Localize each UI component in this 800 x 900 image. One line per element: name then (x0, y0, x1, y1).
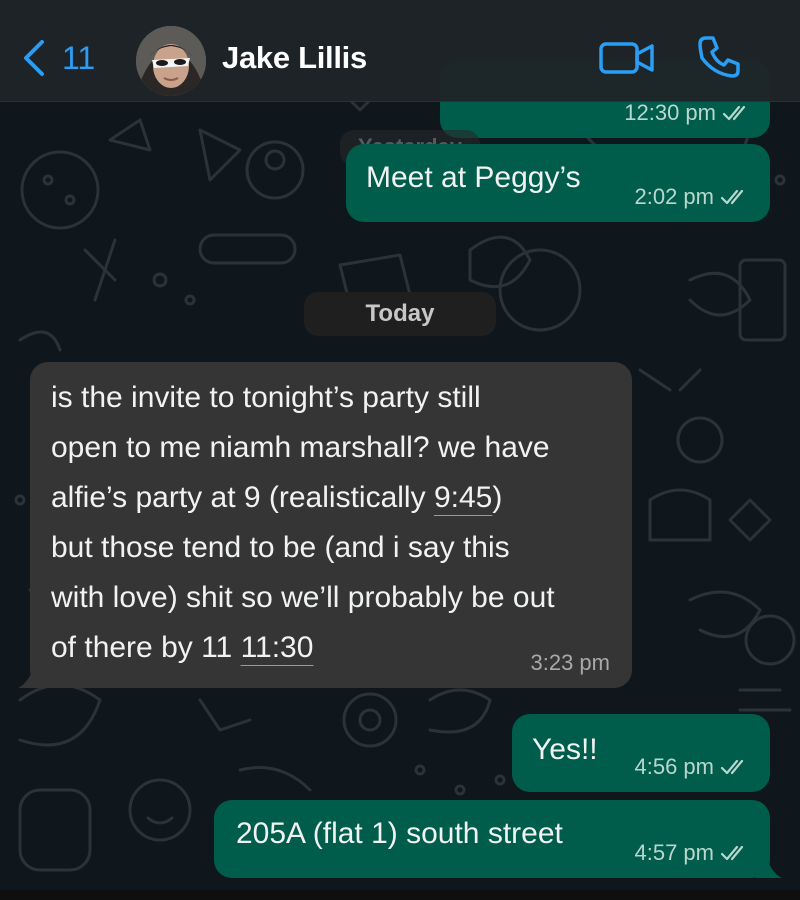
message-text: is the invite to tonight’s party still o… (51, 381, 555, 664)
time-link[interactable]: 11:30 (241, 631, 314, 664)
message-text: 205A (flat 1) south street (236, 817, 563, 850)
message-time: 3:23 pm (530, 650, 611, 675)
message-bubble-incoming[interactable]: is the invite to tonight’s party still o… (30, 362, 632, 688)
double-check-icon (720, 759, 744, 775)
time-link[interactable]: 9:45 (434, 481, 492, 514)
double-check-icon (722, 105, 746, 121)
message-time: 12:30 pm (624, 100, 716, 125)
avatar[interactable] (136, 26, 206, 96)
unread-count: 11 (62, 39, 96, 76)
message-meta: 12:30 pm (624, 100, 752, 126)
message-time: 4:56 pm (634, 754, 715, 779)
message-time: 2:02 pm (634, 184, 715, 209)
message-bubble-outgoing[interactable]: 205A (flat 1) south street 4:57 pm (214, 800, 770, 878)
message-meta: 4:57 pm (635, 840, 751, 866)
message-text: Meet at Peggy’s (366, 161, 581, 194)
back-button[interactable]: 11 (20, 36, 95, 80)
message-meta: 2:02 pm (635, 184, 751, 210)
message-meta: 3:23 pm (531, 650, 611, 676)
message-time: 4:57 pm (634, 840, 715, 865)
contact-name[interactable]: Jake Lillis (222, 40, 367, 76)
bottom-edge (0, 890, 800, 900)
message-text: Yes!! (532, 733, 598, 766)
message-bubble-outgoing[interactable]: Yes!! 4:56 pm (512, 714, 770, 792)
message-bubble-outgoing[interactable]: Meet at Peggy’s 2:02 pm (346, 144, 770, 222)
chevron-left-icon (24, 40, 44, 76)
video-camera-icon[interactable] (598, 38, 656, 78)
phone-icon[interactable] (696, 34, 742, 80)
message-meta: 4:56 pm (635, 754, 751, 780)
chat-header: 11 Jake Lillis (0, 0, 800, 102)
bubble-tail (18, 664, 44, 688)
date-label-today: Today (304, 292, 496, 336)
double-check-icon (720, 189, 744, 205)
double-check-icon (720, 845, 744, 861)
bubble-tail (756, 854, 782, 878)
